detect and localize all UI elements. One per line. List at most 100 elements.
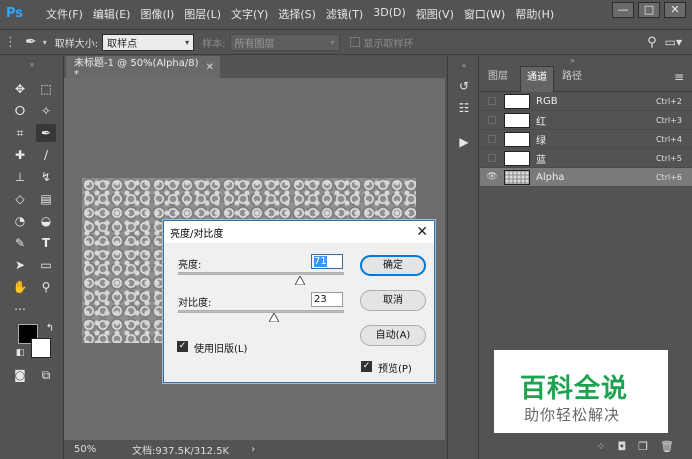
marquee-tool-icon[interactable]: ⬚: [36, 80, 56, 98]
preview-checkbox[interactable]: ✓: [361, 361, 372, 372]
visibility-toggle[interactable]: [488, 135, 496, 143]
history-panel-icon[interactable]: ↺: [454, 76, 474, 96]
tab-paths[interactable]: 路径: [556, 66, 588, 92]
close-window-button[interactable]: ✕: [664, 2, 686, 18]
collapse-icon[interactable]: «: [454, 56, 474, 76]
menu-3d[interactable]: 3D(D): [373, 6, 406, 22]
contrast-slider-thumb[interactable]: [268, 313, 279, 322]
quick-mask-icon[interactable]: ◙: [10, 366, 30, 384]
close-icon[interactable]: ✕: [416, 224, 428, 240]
document-title: 未标题-1 @ 50%(Alpha/8) *: [74, 58, 199, 80]
default-colors-icon[interactable]: ◧: [10, 344, 30, 362]
menu-filter[interactable]: 滤镜(T): [326, 6, 363, 22]
eraser-tool-icon[interactable]: ◇: [10, 190, 30, 208]
menu-view[interactable]: 视图(V): [416, 6, 454, 22]
search-icon[interactable]: ⚲: [647, 35, 657, 50]
maximize-button[interactable]: □: [638, 2, 660, 18]
eye-icon[interactable]: 👁: [485, 172, 499, 182]
channel-shortcut: Ctrl+6: [655, 172, 682, 182]
eyedropper-tool-icon[interactable]: ✒: [36, 124, 56, 142]
channel-row-alpha[interactable]: 👁 Alpha Ctrl+6: [480, 168, 692, 187]
ok-button[interactable]: 确定: [360, 255, 426, 276]
load-selection-icon[interactable]: ⁘: [596, 440, 605, 453]
visibility-toggle[interactable]: [488, 116, 496, 124]
panel-menu-icon[interactable]: ≡: [674, 70, 684, 84]
brightness-slider-thumb[interactable]: [295, 276, 306, 285]
menu-edit[interactable]: 编辑(E): [93, 6, 131, 22]
document-size: 文档:937.5K/312.5K: [132, 446, 230, 457]
zoom-level[interactable]: 50%: [74, 444, 114, 455]
cancel-button[interactable]: 取消: [360, 290, 426, 311]
path-selection-tool-icon[interactable]: ➤: [10, 256, 30, 274]
show-ring-checkbox[interactable]: [349, 37, 360, 47]
zoom-tool-icon[interactable]: ⚲: [36, 278, 56, 296]
history-brush-tool-icon[interactable]: ↯: [36, 168, 56, 186]
delete-channel-icon[interactable]: 🗑: [660, 440, 674, 453]
watermark-logo-text: 百科全说: [520, 374, 629, 404]
watermark-subtitle: 助你轻松解决: [524, 406, 621, 424]
tab-layers[interactable]: 图层: [482, 66, 514, 92]
tab-channels[interactable]: 通道: [520, 66, 554, 92]
new-channel-icon[interactable]: ❐: [638, 440, 648, 453]
sample-select[interactable]: 所有图层 ▾: [229, 33, 340, 51]
clone-stamp-tool-icon[interactable]: ⊥: [10, 168, 30, 186]
healing-brush-tool-icon[interactable]: ✚: [10, 146, 30, 164]
preview-label[interactable]: 预览(P): [378, 360, 412, 375]
save-selection-icon[interactable]: ◘: [617, 440, 626, 453]
menu-window[interactable]: 窗口(W): [464, 6, 505, 22]
collapse-icon[interactable]: »: [22, 56, 42, 74]
channel-thumbnail: [504, 169, 530, 185]
visibility-toggle[interactable]: [488, 154, 496, 162]
actions-play-icon[interactable]: ▶: [454, 132, 474, 152]
close-document-icon[interactable]: ✕: [206, 62, 214, 73]
panel-tabs: » 图层 通道 路径 ≡: [480, 56, 692, 92]
brush-tool-icon[interactable]: ∕: [36, 146, 56, 164]
channel-row-rgb[interactable]: RGB Ctrl+2: [480, 92, 692, 111]
brightness-input[interactable]: 71: [311, 254, 343, 269]
minimize-button[interactable]: —: [612, 2, 634, 18]
contrast-input[interactable]: 23: [311, 292, 343, 307]
dodge-tool-icon[interactable]: ◒: [36, 212, 56, 230]
contrast-label: 对比度:: [178, 298, 212, 309]
channel-name: 绿: [536, 135, 546, 147]
crop-tool-icon[interactable]: ⌗: [10, 124, 30, 142]
eyedropper-tool-icon[interactable]: ✒: [25, 34, 37, 50]
auto-button[interactable]: 自动(A): [360, 325, 426, 346]
menu-help[interactable]: 帮助(H): [515, 6, 554, 22]
more-tools-icon[interactable]: ⋯: [10, 300, 30, 318]
menu-type[interactable]: 文字(Y): [231, 6, 268, 22]
swap-colors-icon[interactable]: ↰: [40, 320, 60, 338]
channel-shortcut: Ctrl+3: [655, 115, 682, 125]
document-tab[interactable]: 未标题-1 @ 50%(Alpha/8) * ✕: [66, 56, 220, 80]
channel-thumbnail: [504, 112, 530, 128]
use-legacy-checkbox[interactable]: ✓: [177, 341, 188, 352]
menu-image[interactable]: 图像(I): [140, 6, 174, 22]
menu-select[interactable]: 选择(S): [278, 6, 316, 22]
background-color-swatch[interactable]: [31, 338, 51, 358]
channel-row-red[interactable]: 红 Ctrl+3: [480, 111, 692, 130]
visibility-toggle[interactable]: [488, 97, 496, 105]
channel-row-blue[interactable]: 蓝 Ctrl+5: [480, 149, 692, 168]
rectangle-tool-icon[interactable]: ▭: [36, 256, 56, 274]
menu-file[interactable]: 文件(F): [46, 6, 83, 22]
magic-wand-tool-icon[interactable]: ✧: [36, 102, 56, 120]
type-tool-icon[interactable]: T: [36, 234, 56, 252]
workspace-icon[interactable]: ▭▾: [665, 35, 682, 49]
lasso-tool-icon[interactable]: ⵔ: [10, 102, 30, 120]
use-legacy-label[interactable]: 使用旧版(L): [194, 340, 247, 355]
hand-tool-icon[interactable]: ✋: [10, 278, 30, 296]
screen-mode-icon[interactable]: ⧉: [36, 366, 56, 384]
brightness-slider-track[interactable]: [178, 272, 344, 275]
channel-row-green[interactable]: 绿 Ctrl+4: [480, 130, 692, 149]
collapse-icon[interactable]: »: [570, 56, 575, 65]
status-menu-arrow-icon[interactable]: ›: [251, 444, 255, 455]
tool-preset-caret-icon[interactable]: ▾: [43, 38, 47, 47]
blur-tool-icon[interactable]: ◔: [10, 212, 30, 230]
gradient-tool-icon[interactable]: ▤: [36, 190, 56, 208]
move-tool-icon[interactable]: ✥: [10, 80, 30, 98]
contrast-slider-track[interactable]: [178, 310, 344, 313]
pen-tool-icon[interactable]: ✎: [10, 234, 30, 252]
menu-layer[interactable]: 图层(L): [184, 6, 221, 22]
sample-size-select[interactable]: 取样点 ▾: [102, 33, 195, 51]
properties-panel-icon[interactable]: ☷: [454, 98, 474, 118]
